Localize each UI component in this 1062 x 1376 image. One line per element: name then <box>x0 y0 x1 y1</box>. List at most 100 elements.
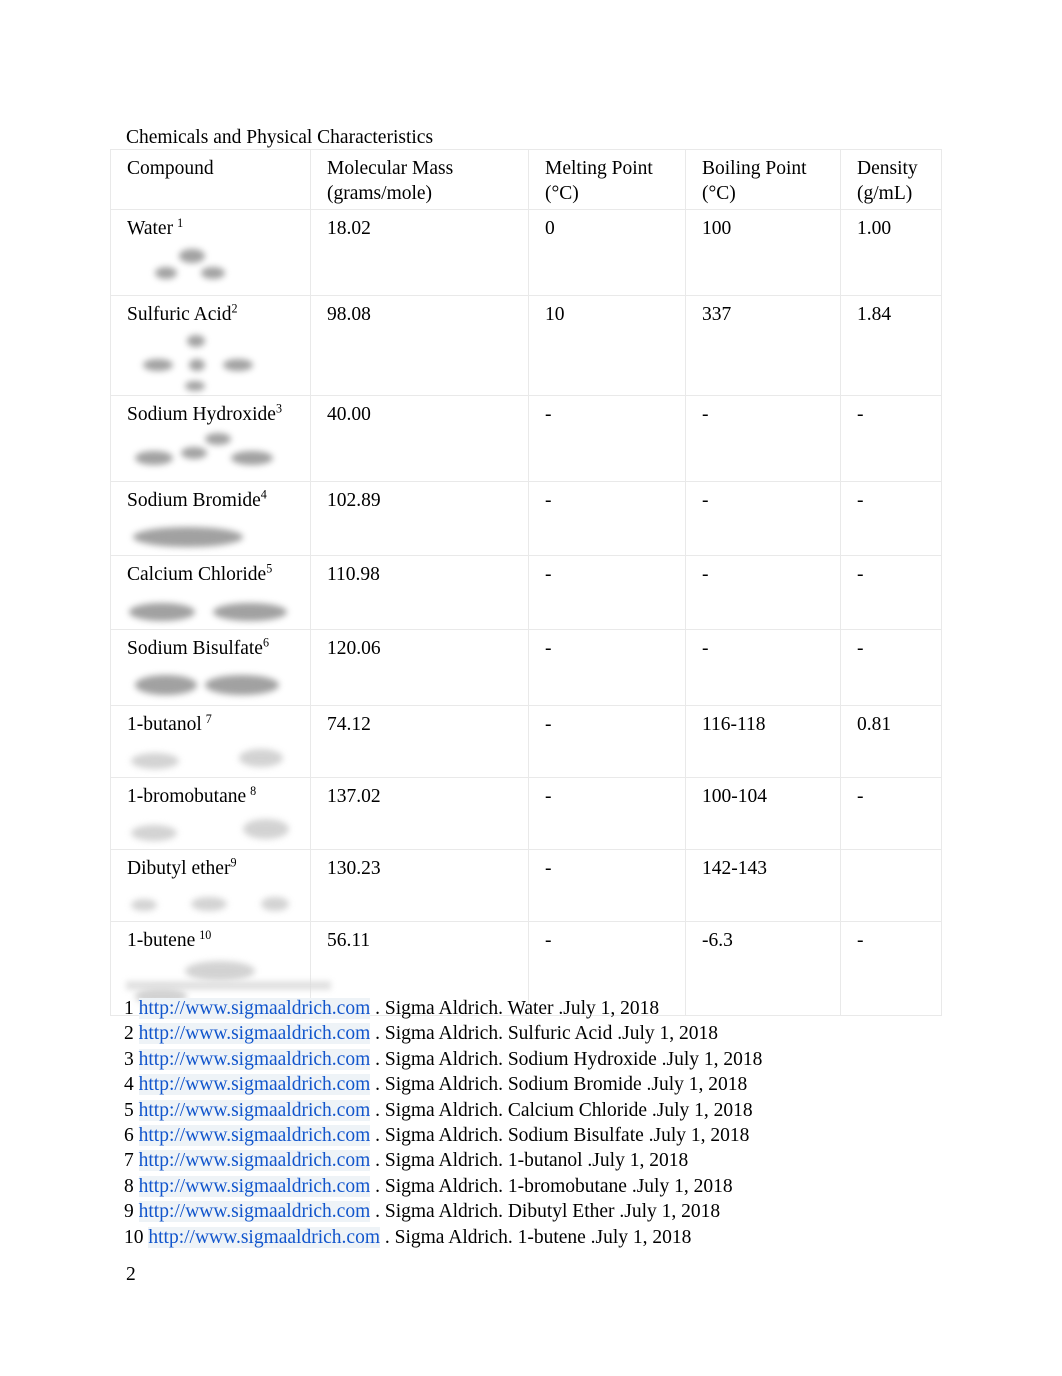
cell-melting-point: - <box>528 849 686 922</box>
chemical-structure-image <box>127 247 302 295</box>
cell-melting-point: - <box>528 555 686 630</box>
cell-boiling-point-value: -6.3 <box>702 930 733 951</box>
cell-boiling-point-value: 116-118 <box>702 714 766 735</box>
citation-number: 6 <box>124 1125 134 1147</box>
cell-density: 0.81 <box>840 705 942 778</box>
cell-molecular-mass-value: 137.02 <box>327 786 381 807</box>
citation-text: . Sigma Aldrich. Calcium Chloride .July … <box>370 1099 753 1121</box>
cell-compound: 1-bromobutane 8 <box>110 777 311 850</box>
cell-density: 1.00 <box>840 209 942 296</box>
cell-melting-point: 0 <box>528 209 686 296</box>
table-row: 1-bromobutane 8 137.02 - 100-104 - <box>110 777 942 850</box>
cell-density-value: - <box>857 930 864 951</box>
citation-link[interactable]: http://www.sigmaaldrich.com <box>138 1074 371 1096</box>
cell-melting-point-value: - <box>545 404 552 425</box>
cell-boiling-point: - <box>685 481 841 556</box>
cell-molecular-mass-value: 110.98 <box>327 564 380 585</box>
cell-molecular-mass: 18.02 <box>310 209 529 296</box>
cell-molecular-mass: 102.89 <box>310 481 529 556</box>
citation-link[interactable]: http://www.sigmaaldrich.com <box>138 998 371 1019</box>
cell-boiling-point: - <box>685 555 841 630</box>
citation-text: . Sigma Aldrich. 1-butene .July 1, 2018 <box>380 1226 692 1248</box>
citation-item: 9 http://www.sigmaaldrich.com . Sigma Al… <box>124 1199 974 1224</box>
cell-melting-point: - <box>528 777 686 850</box>
citation-link[interactable]: http://www.sigmaaldrich.com <box>138 1125 371 1147</box>
citation-number: 10 <box>124 1226 144 1248</box>
citation-number: 5 <box>124 1099 134 1121</box>
citation-link[interactable]: http://www.sigmaaldrich.com <box>138 1175 371 1197</box>
compound-label: Sodium Bisulfate6 <box>127 635 270 659</box>
column-header-boiling-point: Boiling Point (°C) <box>685 149 841 210</box>
citation-text: . Sigma Aldrich. Sodium Bisulfate .July … <box>370 1125 750 1147</box>
cell-boiling-point: 100 <box>685 209 841 296</box>
citation-link[interactable]: http://www.sigmaaldrich.com <box>148 1226 380 1248</box>
cell-density: 1.84 <box>840 295 942 396</box>
cell-boiling-point: 116-118 <box>685 705 841 778</box>
citation-link[interactable]: http://www.sigmaaldrich.com <box>138 1150 371 1172</box>
compound-label: Sodium Hydroxide3 <box>127 402 282 425</box>
cell-boiling-point: - <box>685 395 841 482</box>
cell-compound: Water 1 <box>110 209 311 296</box>
cell-melting-point: - <box>528 481 686 556</box>
cell-density-value: 1.00 <box>857 218 892 239</box>
citation-link[interactable]: http://www.sigmaaldrich.com <box>138 1201 371 1223</box>
cell-density-value: 1.84 <box>857 304 892 325</box>
cell-compound: Calcium Chloride5 <box>110 555 311 630</box>
citation-item: 4 http://www.sigmaaldrich.com . Sigma Al… <box>124 1072 974 1097</box>
citation-item: 2 http://www.sigmaaldrich.com . Sigma Al… <box>124 1021 974 1046</box>
column-header-density-line1: Density <box>857 158 918 179</box>
cell-density-value: 0.81 <box>857 714 892 735</box>
cell-molecular-mass: 120.06 <box>310 629 529 706</box>
cell-molecular-mass-value: 18.02 <box>327 218 371 239</box>
cell-boiling-point-value: - <box>702 564 709 585</box>
table-header-row: Compound Molecular Mass (grams/mole) Mel… <box>110 149 942 210</box>
citation-item: 5 http://www.sigmaaldrich.com . Sigma Al… <box>124 1098 974 1123</box>
chemicals-table: Compound Molecular Mass (grams/mole) Mel… <box>110 149 942 1016</box>
footnote-marker: 2 <box>231 301 238 316</box>
column-header-boiling-point-line2: (°C) <box>702 183 736 204</box>
cell-molecular-mass-value: 130.23 <box>327 858 381 879</box>
cell-boiling-point-value: 142-143 <box>702 858 767 879</box>
column-header-compound: Compound <box>110 149 311 210</box>
cell-compound: Sulfuric Acid2 <box>110 295 311 396</box>
cell-melting-point-value: 10 <box>545 304 565 325</box>
cell-molecular-mass-value: 74.12 <box>327 714 371 735</box>
cell-density: - <box>840 395 942 482</box>
chemical-structure-image <box>127 519 302 555</box>
table-row: Calcium Chloride5 110.98 - - - <box>110 555 942 630</box>
citation-link[interactable]: http://www.sigmaaldrich.com <box>138 1099 371 1121</box>
citation-text: . Sigma Aldrich. Sodium Bromide .July 1,… <box>370 1074 748 1096</box>
column-header-boiling-point-line1: Boiling Point <box>702 158 807 179</box>
footnote-marker: 6 <box>262 635 270 650</box>
citation-number: 9 <box>124 1201 134 1223</box>
citation-number: 3 <box>124 1048 134 1070</box>
chemical-structure-image <box>127 743 302 777</box>
citation-number: 2 <box>124 1023 134 1045</box>
citation-number: 7 <box>124 1150 134 1172</box>
cell-boiling-point-value: - <box>702 404 709 425</box>
column-header-molecular-mass: Molecular Mass (grams/mole) <box>310 149 529 210</box>
cell-boiling-point: 337 <box>685 295 841 396</box>
cell-boiling-point-value: - <box>702 490 709 511</box>
compound-label: Water 1 <box>127 216 183 239</box>
chemical-structure-image <box>127 433 302 481</box>
column-header-density-line2: (g/mL) <box>857 183 913 204</box>
cell-molecular-mass: 74.12 <box>310 705 529 778</box>
cell-melting-point-value: 0 <box>545 218 555 239</box>
compound-label: Sodium Bromide4 <box>127 488 267 511</box>
table-row: Sodium Hydroxide3 40.00 - - - <box>110 395 942 482</box>
citation-number: 1 <box>124 998 134 1019</box>
chemical-structure-image <box>127 667 302 705</box>
citation-list: 1 http://www.sigmaaldrich.com . Sigma Al… <box>124 996 974 1250</box>
cell-density-value: - <box>857 490 864 511</box>
cell-melting-point-value: - <box>545 930 552 951</box>
compound-label: 1-bromobutane 8 <box>127 784 256 807</box>
column-header-melting-point-line2: (°C) <box>545 183 579 204</box>
cell-molecular-mass: 130.23 <box>310 849 529 922</box>
compound-name: Sodium Hydroxide <box>127 404 276 425</box>
column-header-compound-line1: Compound <box>127 158 214 179</box>
compound-name: Sodium Bromide <box>127 490 261 511</box>
citation-link[interactable]: http://www.sigmaaldrich.com <box>138 1048 371 1070</box>
cell-density-value: - <box>857 638 864 659</box>
citation-link[interactable]: http://www.sigmaaldrich.com <box>138 1023 371 1045</box>
